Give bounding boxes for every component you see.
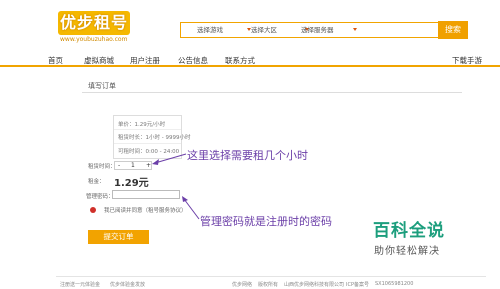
footer-text: 山西优步网络科技有限公司 [284, 282, 345, 288]
footer-link[interactable]: 注册送一元体验金 [60, 281, 100, 288]
footer-text: 优步网络 [232, 282, 253, 288]
password-annotation: 管理密码就是注册时的密码 [200, 215, 332, 228]
footer-link[interactable]: 优步体验金发放 [110, 281, 145, 288]
arrow-to-stepper [154, 153, 187, 164]
arrow-head [182, 196, 188, 202]
arrow-to-password [183, 198, 200, 220]
footer-text: 版权所有 [258, 282, 279, 288]
footer-text: SX1065981200 [375, 281, 414, 287]
watermark-subtitle: 助你轻松解决 [374, 246, 440, 257]
watermark-title: 百科全说 [373, 221, 445, 241]
arrow-head [152, 159, 159, 165]
footer-divider [56, 276, 486, 277]
hours-annotation: 这里选择需要租几个小时 [187, 149, 308, 162]
footer-text: ICP备案号 [346, 282, 369, 288]
page: 优步租号 www.youbuzuhao.com 选择游戏 选择大区 选择服务器 … [0, 0, 500, 289]
